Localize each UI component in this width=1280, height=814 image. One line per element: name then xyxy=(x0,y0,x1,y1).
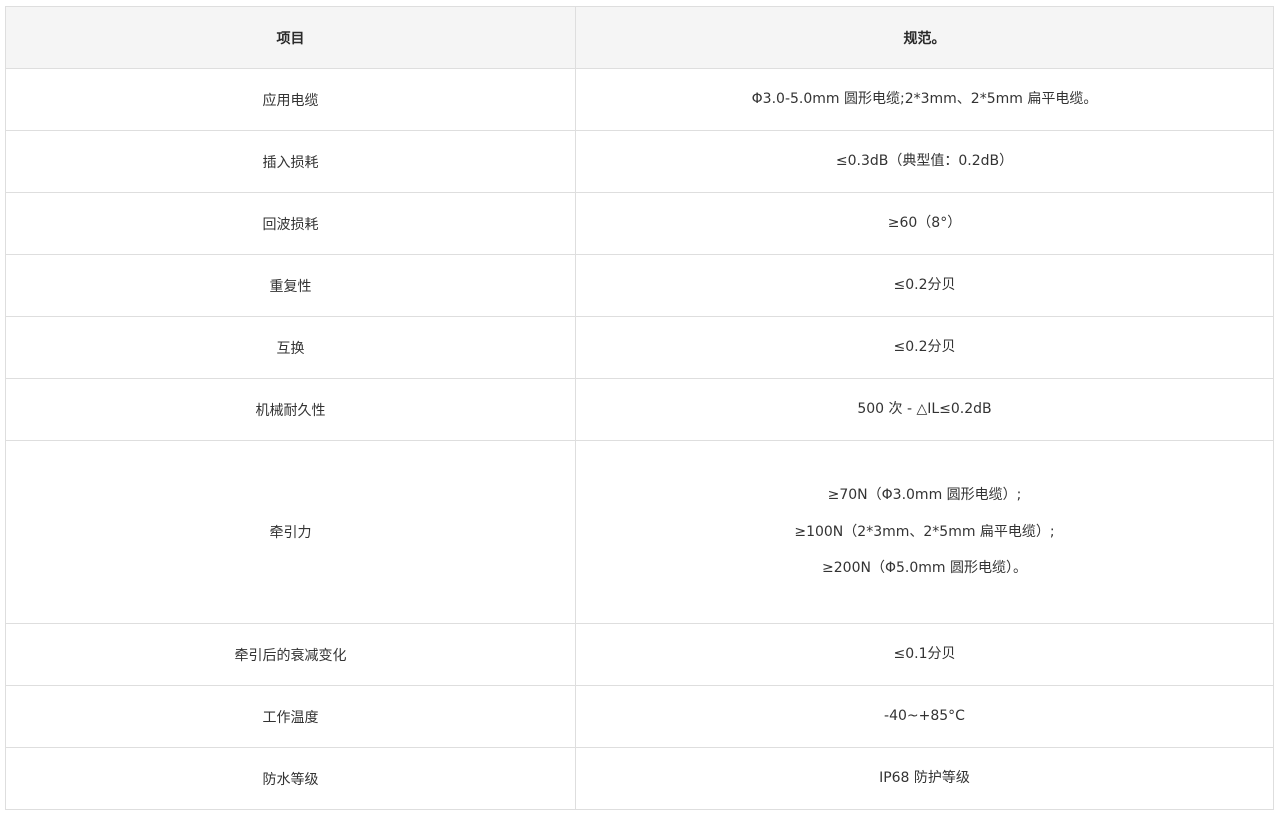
cell-spec: ≥60（8°） xyxy=(575,192,1274,255)
cell-item: 互换 xyxy=(5,316,576,379)
cell-item: 应用电缆 xyxy=(5,68,576,131)
cell-spec: ≤0.2分贝 xyxy=(575,316,1274,379)
cell-item: 重复性 xyxy=(5,254,576,317)
spec-line: ≤0.2分贝 xyxy=(893,277,956,294)
spec-line: Φ3.0-5.0mm 圆形电缆;2*3mm、2*5mm 扁平电缆。 xyxy=(751,91,1098,108)
table-row: 防水等级 IP68 防护等级 xyxy=(5,747,1274,810)
spec-line: ≥100N（2*3mm、2*5mm 扁平电缆）; xyxy=(794,523,1055,540)
spec-line: ≤0.3dB（典型值：0.2dB） xyxy=(835,153,1014,170)
spec-line: -40~+85°C xyxy=(884,708,965,725)
spec-line: IP68 防护等级 xyxy=(879,770,970,787)
spec-table: 项目 规范。 应用电缆 Φ3.0-5.0mm 圆形电缆;2*3mm、2*5mm … xyxy=(5,6,1274,810)
table-row: 互换 ≤0.2分贝 xyxy=(5,316,1274,379)
cell-item: 机械耐久性 xyxy=(5,378,576,441)
cell-spec: IP68 防护等级 xyxy=(575,747,1274,810)
spec-line: 500 次 - △IL≤0.2dB xyxy=(857,401,992,418)
spec-table-container: 项目 规范。 应用电缆 Φ3.0-5.0mm 圆形电缆;2*3mm、2*5mm … xyxy=(5,6,1274,810)
cell-item: 牵引后的衰减变化 xyxy=(5,623,576,686)
cell-item: 回波损耗 xyxy=(5,192,576,255)
table-row: 重复性 ≤0.2分贝 xyxy=(5,254,1274,317)
cell-spec: ≤0.1分贝 xyxy=(575,623,1274,686)
table-row: 插入损耗 ≤0.3dB（典型值：0.2dB） xyxy=(5,130,1274,193)
spec-line: ≥200N（Φ5.0mm 圆形电缆）。 xyxy=(822,560,1027,577)
table-row: 机械耐久性 500 次 - △IL≤0.2dB xyxy=(5,378,1274,441)
spec-line: ≤0.1分贝 xyxy=(893,646,956,663)
cell-spec: -40~+85°C xyxy=(575,685,1274,748)
header-item: 项目 xyxy=(5,6,576,69)
spec-line: ≤0.2分贝 xyxy=(893,339,956,356)
spec-line: ≥60（8°） xyxy=(887,215,962,232)
table-row: 应用电缆 Φ3.0-5.0mm 圆形电缆;2*3mm、2*5mm 扁平电缆。 xyxy=(5,68,1274,131)
cell-spec: Φ3.0-5.0mm 圆形电缆;2*3mm、2*5mm 扁平电缆。 xyxy=(575,68,1274,131)
cell-item: 防水等级 xyxy=(5,747,576,810)
table-header-row: 项目 规范。 xyxy=(5,6,1274,69)
cell-spec: ≥70N（Φ3.0mm 圆形电缆）; ≥100N（2*3mm、2*5mm 扁平电… xyxy=(575,440,1274,624)
cell-item: 插入损耗 xyxy=(5,130,576,193)
spec-line: ≥70N（Φ3.0mm 圆形电缆）; xyxy=(827,487,1022,504)
table-row: 牵引后的衰减变化 ≤0.1分贝 xyxy=(5,623,1274,686)
table-row: 回波损耗 ≥60（8°） xyxy=(5,192,1274,255)
cell-spec: ≤0.3dB（典型值：0.2dB） xyxy=(575,130,1274,193)
cell-item: 工作温度 xyxy=(5,685,576,748)
table-row: 工作温度 -40~+85°C xyxy=(5,685,1274,748)
header-spec: 规范。 xyxy=(575,6,1274,69)
cell-spec: ≤0.2分贝 xyxy=(575,254,1274,317)
cell-spec: 500 次 - △IL≤0.2dB xyxy=(575,378,1274,441)
cell-item: 牵引力 xyxy=(5,440,576,624)
table-row: 牵引力 ≥70N（Φ3.0mm 圆形电缆）; ≥100N（2*3mm、2*5mm… xyxy=(5,440,1274,624)
